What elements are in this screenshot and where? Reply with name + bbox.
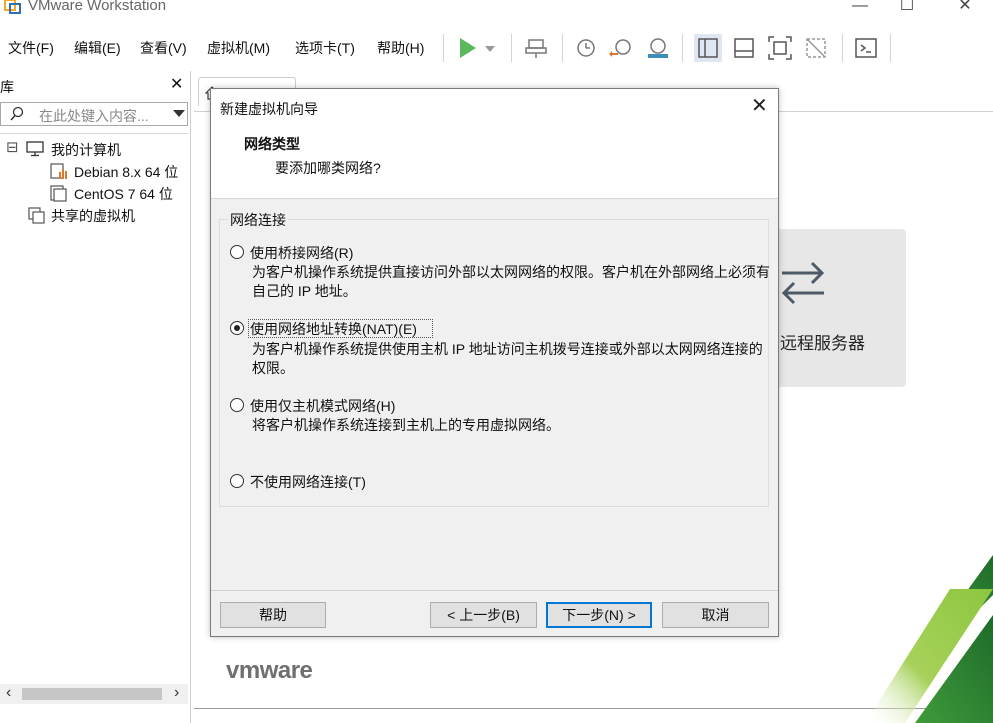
transfer-arrows-icon	[781, 261, 825, 305]
dialog-subheading: 要添加哪类网络?	[275, 160, 381, 176]
menu-view[interactable]: 查看(V)	[140, 38, 187, 58]
tree-label-centos: CentOS 7 64 位	[74, 186, 173, 202]
dialog-header: 网络类型 要添加哪类网络?	[211, 125, 778, 199]
search-placeholder: 在此处键入内容...	[39, 108, 149, 124]
dialog-footer-separator	[211, 590, 778, 591]
tree-item-centos[interactable]: CentOS 7 64 位	[50, 182, 190, 204]
close-window-button[interactable]: ✕	[945, 0, 985, 18]
toolbar-separator	[842, 34, 843, 62]
library-view-icon[interactable]	[694, 34, 722, 62]
tree-item-shared[interactable]: 共享的虚拟机	[28, 204, 188, 226]
radio-nat[interactable]	[230, 321, 244, 335]
scroll-left-icon[interactable]: ‹	[6, 684, 11, 702]
library-divider	[0, 133, 188, 134]
group-label: 网络连接	[228, 210, 288, 230]
manage-snapshots-icon[interactable]	[644, 34, 672, 62]
title-bar: VMware Workstation — ☐ ✕	[0, 0, 993, 26]
dialog-title: 新建虚拟机向导	[220, 101, 318, 117]
dialog-close-button[interactable]: ✕	[751, 93, 768, 118]
radio-host-only[interactable]	[230, 398, 244, 412]
send-keys-icon[interactable]	[523, 34, 551, 62]
cancel-button[interactable]: 取消	[662, 602, 769, 628]
library-title: 库	[0, 79, 14, 95]
option-no-network-label[interactable]: 不使用网络连接(T)	[250, 472, 366, 492]
option-host-only-label[interactable]: 使用仅主机模式网络(H)	[250, 396, 395, 416]
option-nat-label[interactable]: 使用网络地址转换(NAT)(E)	[250, 319, 417, 339]
toolbar-separator	[511, 34, 512, 62]
next-button[interactable]: 下一步(N) >	[546, 602, 652, 628]
back-button[interactable]: < 上一步(B)	[430, 602, 537, 628]
help-button[interactable]: 帮助	[220, 602, 326, 628]
fullscreen-icon[interactable]	[766, 34, 794, 62]
vm-icon	[50, 185, 67, 202]
radio-no-network[interactable]	[230, 474, 244, 488]
library-horizontal-scrollbar[interactable]: ‹ ›	[0, 684, 188, 704]
toolbar-separator	[682, 34, 683, 62]
snapshot-icon[interactable]	[572, 34, 600, 62]
library-search-input[interactable]: 在此处键入内容...	[0, 102, 188, 126]
menu-bar: 文件(F) 编辑(E) 查看(V) 虚拟机(M) 选项卡(T) 帮助(H)	[0, 26, 993, 70]
radio-bridged[interactable]	[230, 245, 244, 259]
scroll-right-icon[interactable]: ›	[174, 684, 179, 702]
remote-server-label: 远程服务器	[780, 334, 865, 353]
toolbar-separator	[443, 34, 444, 62]
shared-vm-icon	[28, 207, 45, 224]
tree-label-shared: 共享的虚拟机	[51, 208, 135, 224]
search-icon	[10, 106, 24, 121]
menu-tabs[interactable]: 选项卡(T)	[295, 38, 355, 58]
option-host-only-desc: 将客户机操作系统连接到主机上的专用虚拟网络。	[252, 417, 560, 433]
new-vm-wizard-dialog: 新建虚拟机向导 ✕ 网络类型 要添加哪类网络? 网络连接 使用桥接网络(R) 为…	[210, 88, 779, 637]
tree-item-debian[interactable]: Debian 8.x 64 位	[50, 160, 190, 182]
scrollbar-thumb[interactable]	[22, 688, 162, 700]
collapse-icon[interactable]: ⊟	[6, 138, 19, 156]
unity-icon[interactable]	[802, 34, 830, 62]
minimize-button[interactable]: —	[840, 0, 880, 18]
vmware-logo: vmware	[226, 657, 313, 684]
tree-item-my-computer[interactable]: ⊟ 我的计算机	[6, 138, 186, 160]
brand-decoration-graphic	[865, 555, 993, 723]
toolbar-separator	[562, 34, 563, 62]
dialog-heading: 网络类型	[244, 136, 300, 152]
revert-snapshot-icon[interactable]	[608, 34, 636, 62]
option-nat-desc: 为客户机操作系统提供使用主机 IP 地址访问主机拨号连接或外部以太网网络连接的权…	[252, 341, 763, 376]
tree-label-debian: Debian 8.x 64 位	[74, 164, 179, 180]
toolbar-separator	[890, 34, 891, 62]
library-header: 库 ✕	[0, 71, 190, 99]
console-icon[interactable]	[852, 34, 880, 62]
library-close-button[interactable]: ✕	[170, 74, 183, 94]
tree-label-my-computer: 我的计算机	[51, 142, 121, 158]
menu-vm[interactable]: 虚拟机(M)	[207, 38, 270, 58]
vm-icon	[50, 163, 67, 179]
play-icon[interactable]	[454, 34, 482, 62]
window-title: VMware Workstation	[28, 0, 167, 14]
vmware-app-icon	[4, 0, 21, 14]
dropdown-icon[interactable]	[482, 34, 498, 62]
menu-file[interactable]: 文件(F)	[8, 38, 54, 58]
library-panel: 库 ✕ 在此处键入内容... ⊟ 我的计算机 Debian 8.x 64 位 C…	[0, 71, 191, 723]
thumbnail-bar-icon[interactable]	[730, 34, 758, 62]
menu-help[interactable]: 帮助(H)	[377, 38, 424, 58]
search-dropdown-icon[interactable]	[173, 110, 185, 117]
computer-icon	[26, 141, 44, 157]
option-bridged-label[interactable]: 使用桥接网络(R)	[250, 243, 353, 263]
dialog-title-bar: 新建虚拟机向导 ✕	[211, 89, 778, 125]
menu-edit[interactable]: 编辑(E)	[74, 38, 121, 58]
maximize-button[interactable]: ☐	[887, 0, 927, 18]
option-bridged-desc: 为客户机操作系统提供直接访问外部以太网网络的权限。客户机在外部网络上必须有自己的…	[252, 264, 770, 299]
